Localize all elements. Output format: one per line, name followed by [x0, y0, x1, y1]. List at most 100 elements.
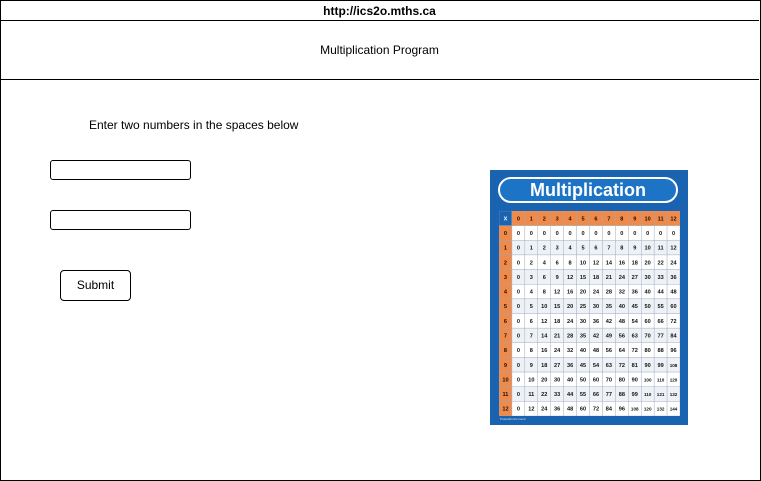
table-column-header-label: 6: [594, 216, 597, 222]
table-cell-label: 11: [658, 246, 664, 252]
table-cell-label: 110: [657, 377, 665, 382]
table-cell-label: 20: [580, 290, 586, 296]
table-cell-label: 20: [645, 260, 651, 266]
table-cell-label: 55: [657, 304, 663, 310]
table-cell-label: 0: [517, 246, 520, 252]
table-row-header-label: 12: [502, 407, 508, 413]
table-cell-label: 84: [670, 333, 677, 339]
table-cell-label: 70: [606, 377, 612, 383]
table-cell-label: 10: [645, 246, 651, 252]
table-cell-label: 32: [619, 290, 625, 296]
table-cell-label: 35: [580, 333, 586, 339]
table-cell-label: 24: [567, 319, 574, 325]
table-cell-label: 88: [657, 348, 663, 354]
table-cell-label: 1: [530, 246, 533, 252]
table-cell-label: 35: [606, 304, 612, 310]
table-cell-label: 54: [632, 319, 639, 325]
table-cell-label: 30: [593, 304, 599, 310]
table-row-header-label: 11: [503, 392, 509, 398]
table-cell-label: 0: [517, 275, 520, 281]
table-cell-label: 24: [619, 275, 626, 281]
table-cell-label: 32: [567, 348, 573, 354]
multiplication-chart-image: Multiplication X 0 1 2 3 4 5 6 7 8 9 10 11 12 0 0 0 0 0 0 0 0…: [490, 170, 688, 425]
table-cell-label: 18: [593, 275, 599, 281]
table-cell-label: 0: [543, 231, 546, 237]
table-cell-label: 24: [541, 407, 548, 413]
table-cell-label: 72: [619, 363, 625, 369]
table-cell-label: 48: [619, 319, 625, 325]
table-column-header-label: 11: [658, 216, 664, 222]
table-cell-label: 24: [593, 290, 600, 296]
submit-button[interactable]: Submit: [60, 270, 131, 301]
table-cell-label: 24: [554, 348, 561, 354]
table-cell-label: 36: [554, 407, 560, 413]
table-cell-label: 14: [606, 260, 613, 266]
table-cell-label: 70: [645, 333, 651, 339]
table-cell-label: 110: [644, 392, 652, 397]
table-cell-label: 30: [554, 377, 560, 383]
table-cell-label: 45: [580, 363, 586, 369]
table-cell-label: 25: [580, 304, 586, 310]
table-cell-label: 9: [633, 246, 636, 252]
table-cell-label: 6: [594, 246, 597, 252]
table-cell-label: 0: [556, 231, 559, 237]
table-cell-label: 27: [554, 363, 560, 369]
table-cell-label: 60: [580, 407, 586, 413]
table-cell-label: 40: [619, 304, 625, 310]
table-cell-label: 40: [567, 377, 573, 383]
table-cell-label: 11: [528, 392, 534, 398]
table-cell-label: 18: [632, 260, 638, 266]
table-cell-label: 40: [580, 348, 586, 354]
table-cell-label: 0: [530, 231, 533, 237]
table-cell-label: 45: [632, 304, 638, 310]
table-cell-label: 0: [517, 392, 520, 398]
table-cell-label: 3: [556, 246, 559, 252]
table-cell-label: 0: [569, 231, 572, 237]
table-cell-label: 48: [670, 290, 676, 296]
table-cell-label: 10: [541, 304, 547, 310]
table-cell-label: 55: [580, 392, 586, 398]
instructions-text: Enter two numbers in the spaces below: [89, 118, 299, 132]
table-cell-label: 36: [670, 275, 676, 281]
table-cell-label: 12: [670, 246, 676, 252]
table-cell-label: 3: [530, 275, 533, 281]
table-cell-label: 15: [580, 275, 586, 281]
table-cell-label: 99: [632, 392, 638, 398]
table-row-header-label: 6: [504, 319, 507, 325]
table-cell-label: 36: [593, 319, 599, 325]
table-cell-label: 60: [645, 319, 651, 325]
table-cell-label: 22: [657, 260, 663, 266]
table-cell-label: 121: [657, 392, 665, 397]
table-cell-label: 20: [541, 377, 547, 383]
table-row-header-label: 2: [504, 260, 507, 266]
table-column-header-label: 0: [517, 216, 520, 222]
table-cell-label: 16: [541, 348, 547, 354]
table-row-header-label: 8: [504, 348, 507, 354]
table-cell-label: 7: [530, 333, 533, 339]
table-cell-label: 8: [543, 290, 546, 296]
table-cell-label: 33: [554, 392, 560, 398]
table-cell-label: 60: [593, 377, 599, 383]
table-cell-label: 30: [580, 319, 586, 325]
table-cell-label: 77: [657, 333, 663, 339]
table-column-header-label: 8: [620, 216, 623, 222]
table-cell-label: 66: [593, 392, 599, 398]
table-row-header-label: 0: [504, 231, 507, 237]
table-cell-label: 0: [646, 231, 649, 237]
table-cell-label: 6: [543, 275, 546, 281]
table-cell-label: 8: [530, 348, 533, 354]
table-cell-label: 100: [644, 377, 652, 382]
table-cell-label: 15: [554, 304, 560, 310]
table-cell-label: 0: [620, 231, 623, 237]
table-cell-label: 72: [593, 407, 599, 413]
table-cell-label: 36: [567, 363, 573, 369]
table-cell-label: 6: [556, 260, 559, 266]
table-cell-label: 0: [517, 260, 520, 266]
table-cell-label: 2: [543, 246, 546, 252]
table-cell-label: 50: [580, 377, 586, 383]
table-cell-label: 0: [517, 333, 520, 339]
table-cell-label: 120: [644, 407, 652, 412]
table-column-header-label: 9: [633, 216, 636, 222]
first-number-input[interactable]: [50, 160, 191, 180]
second-number-input[interactable]: [50, 210, 191, 230]
